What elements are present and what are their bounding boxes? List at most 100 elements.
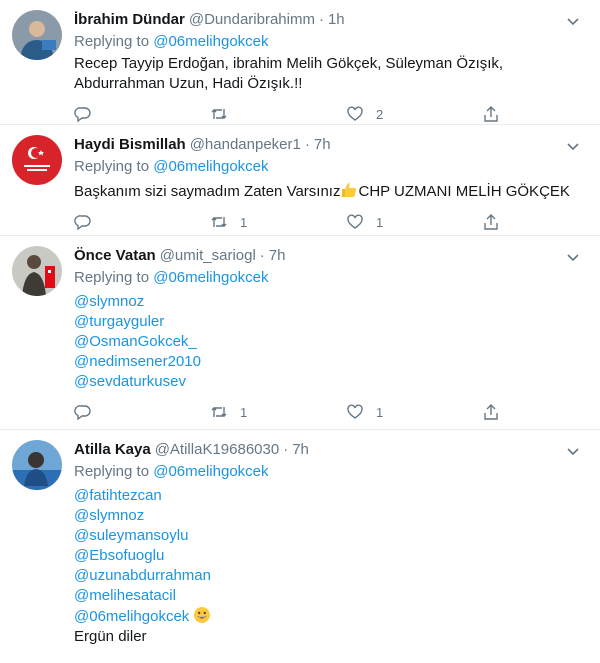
retweet-icon	[211, 407, 227, 417]
mention-link[interactable]: @melihesatacil	[74, 586, 584, 606]
tweet-actions: 1 1	[74, 400, 514, 424]
avatar[interactable]	[12, 246, 62, 296]
tweet-text-part: Başkanım sizi saymadım Zaten Varsınız	[74, 183, 341, 200]
tweet-time[interactable]: 1h	[328, 10, 345, 30]
mention-link[interactable]: @nedimsener2010	[74, 352, 584, 372]
separator-dot: ·	[259, 247, 265, 264]
mention-link[interactable]: @turgayguler	[74, 312, 584, 332]
heart-icon	[347, 404, 363, 419]
like-count: 2	[376, 106, 384, 122]
author-name[interactable]: Atilla Kaya	[74, 440, 151, 460]
reply-icon	[74, 107, 91, 123]
author-name[interactable]: İbrahim Dündar	[74, 10, 185, 30]
tweet-actions: 2	[74, 102, 514, 126]
replying-label: Replying to	[74, 269, 150, 286]
mention-link[interactable]: @sevdaturkusev	[74, 372, 584, 392]
replying-to: Replying to @06melihgokcek	[74, 268, 584, 288]
mention-line-with-emoji: @06melihgokcek	[74, 606, 584, 627]
heart-icon	[347, 106, 363, 121]
mention-link[interactable]: @slymnoz	[74, 506, 584, 526]
replying-label: Replying to	[74, 158, 150, 175]
share-button[interactable]	[482, 102, 512, 126]
tweet-text: @slymnoz @turgayguler @OsmanGokcek_ @ned…	[74, 292, 584, 392]
thumbs-up-icon	[342, 183, 357, 197]
replying-mention[interactable]: @06melihgokcek	[153, 33, 268, 50]
share-icon	[484, 106, 498, 122]
author-handle[interactable]: @umit_sariogl	[160, 246, 256, 266]
tweet-extra-text: Ergün diler	[74, 628, 147, 645]
mention-link[interactable]: @Ebsofuoglu	[74, 546, 584, 566]
reply-icon	[74, 215, 91, 231]
chevron-down-icon[interactable]	[564, 248, 582, 266]
like-button[interactable]: 1	[346, 210, 482, 234]
tweet-card[interactable]: Atilla Kaya @AtillaK19686030 · 7h Replyi…	[0, 430, 600, 655]
like-count: 1	[376, 214, 384, 230]
mention-link[interactable]: @06melihgokcek	[74, 608, 189, 625]
like-button[interactable]: 2	[346, 102, 482, 126]
tweet-time[interactable]: 7h	[292, 440, 309, 460]
tweet-header: Atilla Kaya @AtillaK19686030 · 7h	[74, 440, 584, 460]
share-button[interactable]	[482, 210, 512, 234]
retweet-icon	[211, 109, 227, 119]
tweet-actions: 1 1	[74, 210, 514, 234]
like-count: 1	[376, 404, 384, 420]
like-button[interactable]: 1	[346, 400, 482, 424]
replying-label: Replying to	[74, 463, 150, 480]
author-handle[interactable]: @Dundaribrahimm	[189, 10, 315, 30]
replying-to: Replying to @06melihgokcek	[74, 32, 584, 52]
reply-icon	[74, 405, 91, 421]
tweet-text: Başkanım sizi saymadım Zaten Varsınız CHP…	[74, 181, 584, 202]
mention-link[interactable]: @fatihtezcan	[74, 486, 584, 506]
avatar[interactable]	[12, 440, 62, 490]
author-handle[interactable]: @handanpeker1	[190, 135, 301, 155]
grinning-face-icon	[194, 607, 211, 623]
replying-mention[interactable]: @06melihgokcek	[153, 269, 268, 286]
replying-label: Replying to	[74, 33, 150, 50]
retweet-button[interactable]	[210, 102, 346, 126]
replying-mention[interactable]: @06melihgokcek	[153, 158, 268, 175]
reply-button[interactable]	[74, 400, 210, 424]
retweet-button[interactable]: 1	[210, 210, 346, 234]
chevron-down-icon[interactable]	[564, 442, 582, 460]
replying-to: Replying to @06melihgokcek	[74, 157, 584, 177]
tweet-card[interactable]: İbrahim Dündar @Dundaribrahimm · 1h Repl…	[0, 0, 600, 125]
replying-mention[interactable]: @06melihgokcek	[153, 463, 268, 480]
tweet-text-part: CHP UZMANI MELİH GÖKÇEK	[358, 183, 570, 200]
retweet-icon	[211, 217, 227, 227]
reply-button[interactable]	[74, 102, 210, 126]
tweet-header: İbrahim Dündar @Dundaribrahimm · 1h	[74, 10, 584, 30]
chevron-down-icon[interactable]	[564, 137, 582, 155]
separator-dot: ·	[304, 136, 310, 153]
avatar[interactable]	[12, 135, 62, 185]
mention-link[interactable]: @slymnoz	[74, 292, 584, 312]
chevron-down-icon[interactable]	[564, 12, 582, 30]
tweet-time[interactable]: 7h	[269, 246, 286, 266]
tweet-text: @fatihtezcan @slymnoz @suleymansoylu @Eb…	[74, 486, 584, 647]
author-handle[interactable]: @AtillaK19686030	[155, 440, 279, 460]
tweet-text-line: Abdurrahman Uzun, Hadi Özışık.!!	[74, 75, 303, 92]
mention-link[interactable]: @suleymansoylu	[74, 526, 584, 546]
mention-link[interactable]: @uzunabdurrahman	[74, 566, 584, 586]
retweet-button[interactable]: 1	[210, 400, 346, 424]
replying-to: Replying to @06melihgokcek	[74, 462, 584, 482]
tweet-header: Haydi Bismillah @handanpeker1 · 7h	[74, 135, 584, 155]
retweet-count: 1	[240, 404, 248, 420]
share-icon	[484, 214, 498, 230]
share-icon	[484, 404, 498, 420]
avatar[interactable]	[12, 10, 62, 60]
tweet-time[interactable]: 7h	[314, 135, 331, 155]
share-button[interactable]	[482, 400, 512, 424]
tweet-feed: İbrahim Dündar @Dundaribrahimm · 1h Repl…	[0, 0, 600, 663]
author-name[interactable]: Haydi Bismillah	[74, 135, 186, 155]
separator-dot: ·	[318, 11, 324, 28]
tweet-text-line: Recep Tayyip Erdoğan, ibrahim Melih Gökç…	[74, 55, 504, 72]
separator-dot: ·	[283, 441, 289, 458]
reply-button[interactable]	[74, 210, 210, 234]
tweet-card[interactable]: Haydi Bismillah @handanpeker1 · 7h Reply…	[0, 125, 600, 236]
mention-link[interactable]: @OsmanGokcek_	[74, 332, 584, 352]
tweet-header: Önce Vatan @umit_sariogl · 7h	[74, 246, 584, 266]
author-name[interactable]: Önce Vatan	[74, 246, 156, 266]
tweet-text: Recep Tayyip Erdoğan, ibrahim Melih Gökç…	[74, 54, 584, 94]
heart-icon	[347, 214, 363, 229]
tweet-card[interactable]: Önce Vatan @umit_sariogl · 7h Replying t…	[0, 236, 600, 430]
